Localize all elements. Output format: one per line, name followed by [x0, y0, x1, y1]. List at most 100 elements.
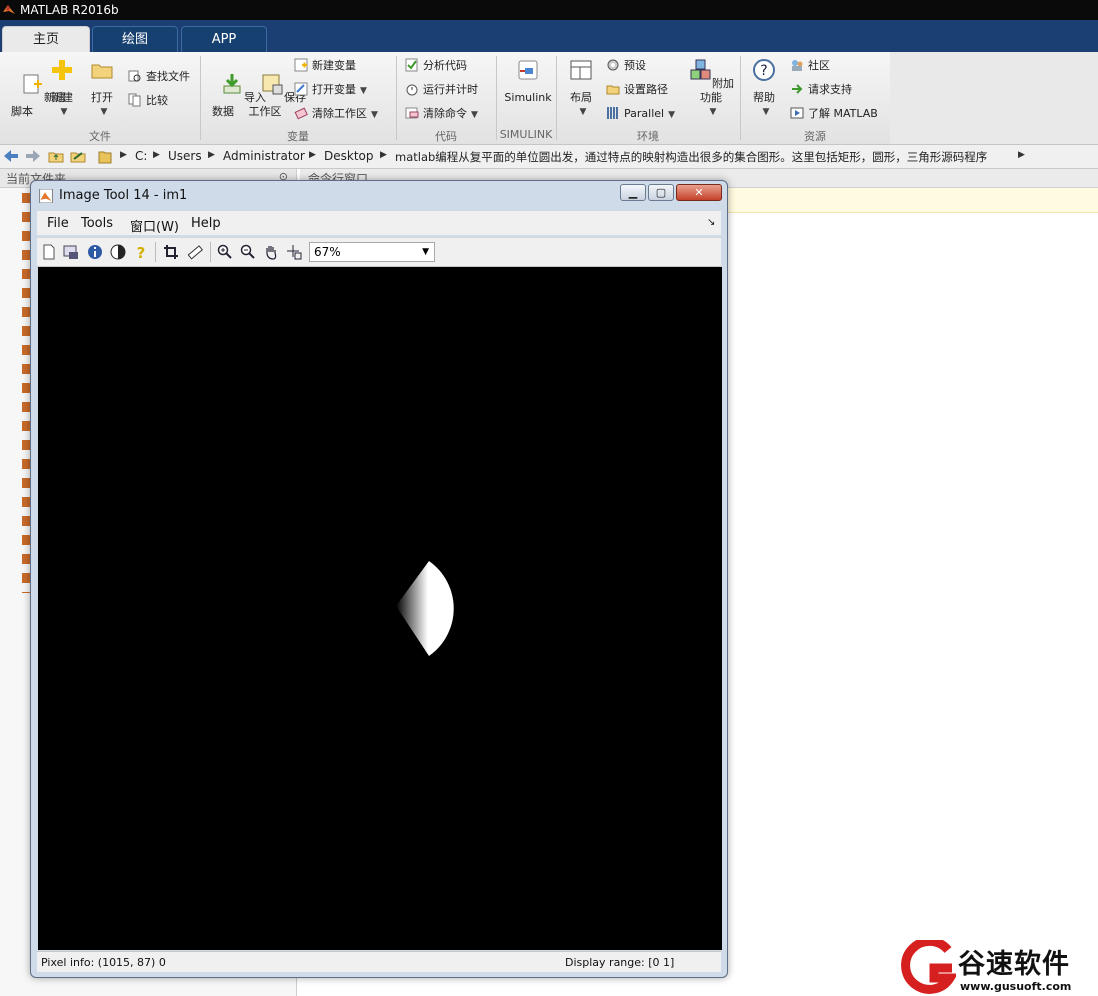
- breadcrumb-arrow: ▶: [208, 150, 215, 160]
- pixel-region-icon[interactable]: [286, 244, 302, 260]
- set-path-button[interactable]: 设置路径: [606, 81, 668, 99]
- ribbon-tab-bar: 主页 绘图 APP: [0, 20, 1098, 52]
- layout-button[interactable]: 布局 ▼: [566, 58, 596, 119]
- request-support-button[interactable]: 请求支持: [790, 81, 852, 99]
- run-and-time-button[interactable]: 运行并计时: [405, 81, 478, 99]
- add-ons-cubes-icon: [690, 59, 711, 80]
- chevron-down-icon: ▼: [422, 247, 429, 257]
- matlab-window-icon: [39, 189, 53, 203]
- learn-matlab-button[interactable]: 了解 MATLAB: [790, 105, 878, 123]
- group-label-file: 文件: [89, 130, 111, 143]
- image-tool-title: Image Tool 14 - im1: [59, 188, 188, 203]
- run-and-time-icon: [406, 84, 418, 96]
- plus-icon: [52, 60, 72, 80]
- folder-path-icon: [98, 151, 112, 164]
- maximize-button[interactable]: ▢: [648, 184, 674, 201]
- pan-hand-icon[interactable]: [263, 244, 279, 260]
- breadcrumb-project-folder[interactable]: matlab编程从复平面的单位圆出发，通过特点的映射构造出很多的集合图形。这里包…: [395, 149, 987, 165]
- back-arrow-icon[interactable]: [4, 150, 18, 163]
- menu-help[interactable]: Help: [191, 216, 221, 231]
- new-script-icon: [23, 74, 42, 94]
- image-info-icon[interactable]: [87, 244, 103, 260]
- new-variable-button[interactable]: 新建变量: [294, 57, 356, 75]
- zoom-level-select[interactable]: 67% ▼: [309, 242, 435, 262]
- analyze-code-icon: [405, 58, 418, 72]
- svg-text:?: ?: [760, 63, 767, 79]
- open-variable-icon: [294, 82, 308, 96]
- new-variable-icon: [294, 58, 308, 72]
- set-path-folder-icon: [606, 85, 620, 95]
- crescent-shape: [396, 561, 454, 656]
- clear-commands-button[interactable]: 清除命令 ▼: [405, 105, 478, 123]
- group-label-resources: 资源: [804, 130, 826, 143]
- menu-file[interactable]: File: [47, 216, 69, 231]
- tab-home[interactable]: 主页: [2, 26, 90, 52]
- browse-folder-icon[interactable]: [70, 149, 86, 163]
- support-icon: [792, 84, 803, 94]
- toolbar-separator: [210, 242, 211, 262]
- new-script-button[interactable]: 新建 脚本: [6, 58, 66, 133]
- zoom-in-icon[interactable]: [217, 244, 233, 260]
- group-label-simulink: SIMULINK: [499, 128, 553, 141]
- zoom-out-icon[interactable]: [240, 244, 256, 260]
- gusu-logo-icon: [901, 940, 956, 994]
- ruler-icon[interactable]: [187, 244, 203, 260]
- parallel-button[interactable]: Parallel ▼: [606, 105, 675, 123]
- clear-workspace-button[interactable]: 清除工作区 ▼: [294, 105, 378, 123]
- help-button[interactable]: ? 帮助 ▼: [748, 58, 780, 119]
- breadcrumb-arrow: ▶: [380, 150, 387, 160]
- group-label-code: 代码: [435, 130, 457, 143]
- learn-matlab-icon: [790, 107, 804, 119]
- app-title-bar: MATLAB R2016b: [0, 0, 1098, 20]
- import-data-button[interactable]: 导入 数据: [206, 58, 266, 133]
- group-label-environment: 环境: [637, 130, 659, 143]
- tab-apps[interactable]: APP: [181, 26, 267, 52]
- community-button[interactable]: 社区: [790, 57, 830, 75]
- watermark-logo: 谷速软件 www.gusuoft.com: [898, 938, 1098, 996]
- parallel-icon: [607, 107, 618, 119]
- add-ons-button[interactable]: 附加功能 ▼: [686, 58, 736, 119]
- menu-tools[interactable]: Tools: [81, 216, 113, 231]
- crop-icon[interactable]: [163, 244, 179, 260]
- breadcrumb-users[interactable]: Users: [168, 149, 202, 163]
- simulink-icon: [518, 60, 538, 80]
- menu-window[interactable]: 窗口(W): [130, 216, 179, 235]
- display-range: Display range: [0 1]: [565, 956, 675, 969]
- new-button[interactable]: 新建 ▼: [46, 58, 78, 119]
- svg-text:?: ?: [137, 244, 146, 260]
- compare-icon: [128, 93, 141, 107]
- analyze-code-button[interactable]: 分析代码: [405, 57, 467, 75]
- simulink-button[interactable]: Simulink: [502, 58, 554, 105]
- matlab-logo-icon: [3, 5, 15, 14]
- watermark-brand: 谷速软件: [958, 949, 1070, 980]
- close-button[interactable]: ✕: [676, 184, 722, 201]
- save-workspace-button[interactable]: 保存 工作区: [246, 58, 306, 133]
- binary-image: [396, 561, 454, 656]
- preferences-button[interactable]: 预设: [606, 57, 646, 75]
- open-variable-button[interactable]: 打开变量 ▼: [294, 81, 367, 99]
- image-tool-window: Image Tool 14 - im1 ▁ ▢ ✕ File Tools 窗口(…: [30, 180, 728, 978]
- breadcrumb-desktop[interactable]: Desktop: [324, 149, 374, 163]
- find-files-button[interactable]: 查找文件: [128, 68, 190, 86]
- import-icon: [223, 74, 241, 94]
- breadcrumb-c-drive[interactable]: C:: [135, 149, 147, 163]
- file-list-icons: [22, 193, 30, 593]
- open-button[interactable]: 打开 ▼: [86, 58, 118, 119]
- forward-arrow-icon[interactable]: [26, 150, 40, 163]
- image-display-canvas[interactable]: [38, 267, 722, 950]
- help-question-icon[interactable]: ?: [133, 244, 149, 260]
- export-image-icon[interactable]: [63, 244, 79, 260]
- folder-icon: [91, 64, 113, 79]
- tab-plots[interactable]: 绘图: [92, 26, 178, 52]
- clear-commands-icon: [405, 107, 419, 119]
- new-figure-icon[interactable]: [41, 244, 57, 260]
- dock-arrow-icon[interactable]: ↘: [707, 217, 715, 228]
- up-folder-icon[interactable]: [48, 149, 64, 163]
- minimize-button[interactable]: ▁: [620, 184, 646, 201]
- eraser-icon: [294, 107, 308, 120]
- gear-icon: [607, 59, 619, 71]
- watermark-url: www.gusuoft.com: [960, 980, 1072, 993]
- contrast-icon[interactable]: [110, 244, 126, 260]
- breadcrumb-administrator[interactable]: Administrator: [223, 149, 305, 163]
- compare-button[interactable]: 比较: [128, 92, 168, 110]
